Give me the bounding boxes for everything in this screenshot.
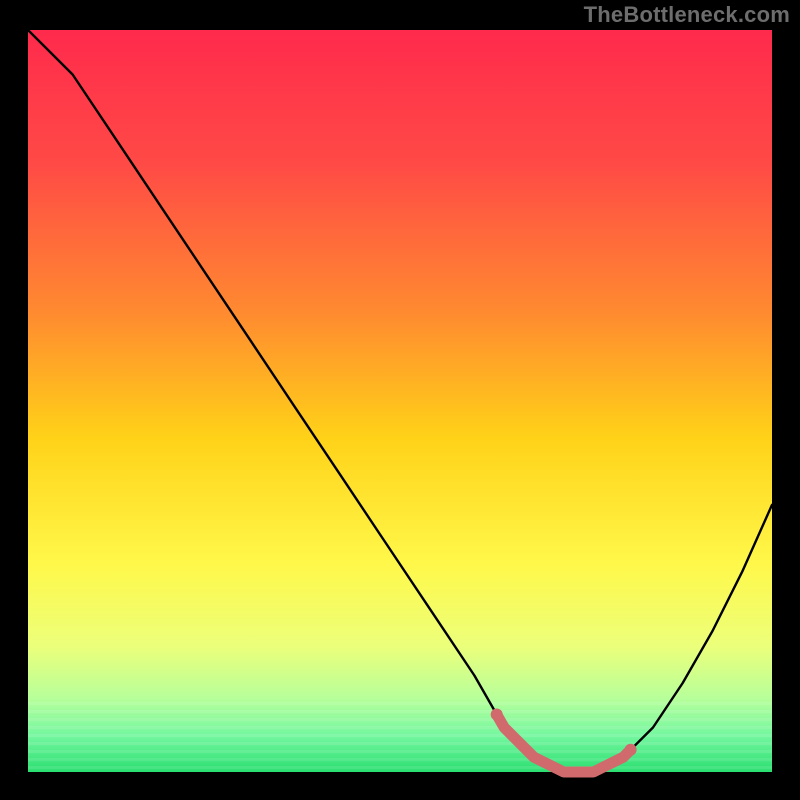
chart-bottom-bands [28, 702, 772, 769]
watermark-text: TheBottleneck.com [584, 2, 790, 28]
highlight-start-dot [491, 709, 503, 721]
highlight-end-dot [625, 744, 637, 756]
chart-stage: TheBottleneck.com [0, 0, 800, 800]
chart-gradient-background [28, 30, 772, 772]
bottleneck-chart [0, 0, 800, 800]
